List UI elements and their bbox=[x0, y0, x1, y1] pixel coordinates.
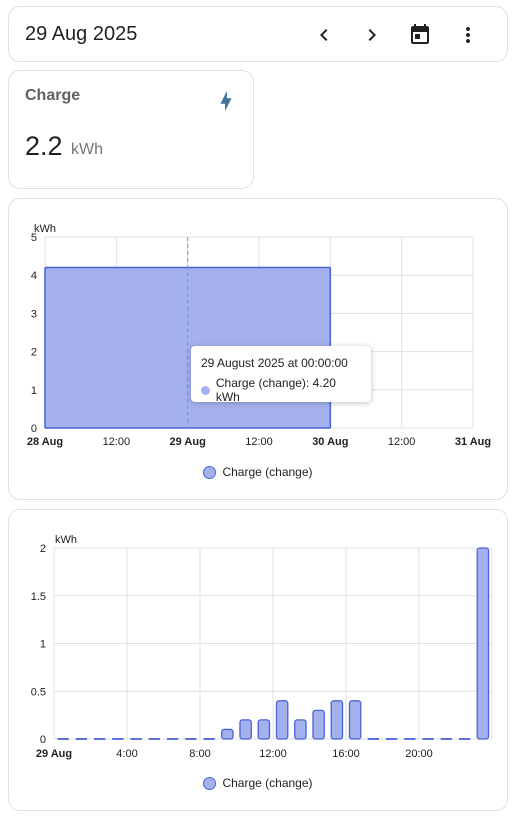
tooltip-title: 29 August 2025 at 00:00:00 bbox=[201, 356, 348, 370]
y-tick-label: 1 bbox=[31, 385, 37, 397]
tooltip-value: Charge (change): 4.20 kWh bbox=[215, 376, 336, 404]
calendar-icon bbox=[411, 24, 429, 44]
chart-2-legend-item[interactable]: Charge (change) bbox=[9, 776, 507, 790]
x-tick-label: 20:00 bbox=[405, 748, 433, 760]
y-tick-label: 0 bbox=[40, 734, 46, 746]
x-tick-label: 12:00 bbox=[388, 436, 416, 448]
next-period-button[interactable] bbox=[356, 19, 388, 51]
hourly-statistics-chart: 0 0.5 1 1.5 2 29 Aug 4:00 8:00 12:00 16:00 20:00 kW… bbox=[8, 509, 508, 811]
chart-tooltip: 29 August 2025 at 00:00:00 Charge (chang… bbox=[191, 346, 371, 404]
more-vert-icon bbox=[466, 27, 470, 43]
stat-title: Charge bbox=[25, 87, 81, 104]
y-tick-label: 4 bbox=[31, 270, 37, 282]
y-axis-unit-label: kWh bbox=[34, 223, 56, 235]
x-tick-label: 29 Aug bbox=[36, 748, 72, 760]
x-tick-label: 28 Aug bbox=[27, 436, 63, 448]
bar-hour-13 bbox=[294, 719, 307, 740]
date-label: 29 Aug 2025 bbox=[25, 23, 138, 45]
y-axis-unit-label: kWh bbox=[55, 534, 77, 546]
bar-hour-23 bbox=[476, 547, 490, 740]
y-tick-label: 0 bbox=[31, 423, 37, 435]
x-tick-label: 30 Aug bbox=[312, 436, 348, 448]
chevron-right-icon bbox=[368, 29, 376, 41]
legend-label: Charge (change) bbox=[222, 465, 313, 479]
charge-stat-card[interactable]: Charge 2.2 kWh bbox=[8, 70, 254, 189]
x-tick-label: 12:00 bbox=[259, 748, 287, 760]
more-options-button[interactable] bbox=[452, 19, 484, 51]
legend-swatch bbox=[203, 465, 217, 479]
chevron-left-icon bbox=[320, 29, 328, 41]
chart-1-legend-item[interactable]: Charge (change) bbox=[9, 465, 507, 479]
y-tick-label: 3 bbox=[31, 308, 37, 320]
legend-swatch bbox=[203, 776, 217, 790]
x-tick-label: 12:00 bbox=[245, 436, 273, 448]
x-tick-label: 31 Aug bbox=[455, 436, 491, 448]
y-tick-label: 1 bbox=[40, 639, 46, 651]
x-tick-label: 16:00 bbox=[332, 748, 360, 760]
calendar-button[interactable] bbox=[404, 19, 436, 51]
bar-hour-12 bbox=[275, 700, 289, 740]
date-picker-bar: 29 Aug 2025 bbox=[8, 6, 508, 62]
bar-hour-15 bbox=[330, 700, 344, 740]
x-tick-label: 29 Aug bbox=[170, 436, 206, 448]
chart-2-svg: 0 0.5 1 1.5 2 29 Aug 4:00 8:00 12:00 16:00 20:00 kW… bbox=[31, 534, 493, 760]
lightning-bolt-icon bbox=[215, 89, 237, 113]
previous-period-button[interactable] bbox=[308, 19, 340, 51]
bar-hour-11 bbox=[257, 719, 271, 740]
bar-hour-10 bbox=[239, 719, 252, 740]
bar-hour-14 bbox=[312, 709, 325, 740]
x-tick-label: 4:00 bbox=[116, 748, 137, 760]
x-tick-label: 12:00 bbox=[103, 436, 131, 448]
daily-statistics-chart: 0 1 2 3 4 5 28 Aug 12:00 29 Aug 12:00 30 Aug 12:00 3… bbox=[8, 198, 508, 500]
y-tick-label: 2 bbox=[40, 543, 46, 555]
y-tick-label: 2 bbox=[31, 347, 37, 359]
y-tick-label: 0.5 bbox=[31, 686, 46, 698]
tooltip-series-dot bbox=[201, 385, 210, 395]
stat-value: 2.2 bbox=[25, 131, 63, 161]
bar-hour-9 bbox=[221, 728, 234, 740]
legend-label: Charge (change) bbox=[222, 776, 313, 790]
y-tick-label: 1.5 bbox=[31, 591, 46, 603]
x-tick-label: 8:00 bbox=[189, 748, 210, 760]
stat-unit: kWh bbox=[71, 141, 103, 158]
bar-hour-16 bbox=[348, 700, 362, 740]
